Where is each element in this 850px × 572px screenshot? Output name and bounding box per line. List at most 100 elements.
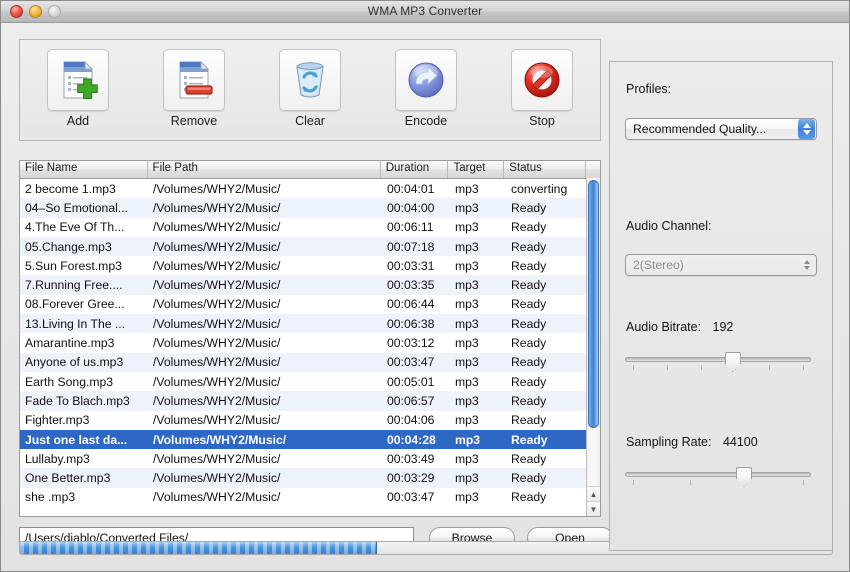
- cell-name: she .mp3: [20, 490, 148, 504]
- add-button[interactable]: Add: [34, 49, 122, 128]
- cell-duration: 00:04:00: [382, 201, 450, 215]
- cell-status: Ready: [506, 452, 588, 466]
- cell-target: mp3: [450, 452, 506, 466]
- table-row[interactable]: 4.The Eve Of Th.../Volumes/WHY2/Music/00…: [20, 218, 600, 237]
- cell-target: mp3: [450, 375, 506, 389]
- remove-button-label: Remove: [150, 114, 238, 128]
- cell-target: mp3: [450, 336, 506, 350]
- title-bar: WMA MP3 Converter: [1, 1, 849, 23]
- cell-status: Ready: [506, 201, 588, 215]
- audio-channel-select-value: 2(Stereo): [626, 258, 798, 272]
- cell-name: Fade To Blach.mp3: [20, 394, 148, 408]
- cell-status: Ready: [506, 336, 588, 350]
- table-row[interactable]: 05.Change.mp3/Volumes/WHY2/Music/00:07:1…: [20, 237, 600, 256]
- stop-button[interactable]: Stop: [498, 49, 586, 128]
- cell-duration: 00:03:31: [382, 259, 450, 273]
- table-row[interactable]: One Better.mp3/Volumes/WHY2/Music/00:03:…: [20, 468, 600, 487]
- toolbar: Add: [19, 39, 601, 141]
- table-row[interactable]: Fade To Blach.mp3/Volumes/WHY2/Music/00:…: [20, 391, 600, 410]
- table-row[interactable]: 04–So Emotional.../Volumes/WHY2/Music/00…: [20, 198, 600, 217]
- slider-tick: [667, 365, 668, 370]
- table-row[interactable]: she .mp3/Volumes/WHY2/Music/00:03:47mp3R…: [20, 488, 600, 507]
- add-button-label: Add: [34, 114, 122, 128]
- audio-bitrate-track[interactable]: [625, 357, 811, 362]
- cell-target: mp3: [450, 471, 506, 485]
- profiles-select[interactable]: Recommended Quality...: [625, 118, 817, 140]
- sampling-rate-label: Sampling Rate: 44100: [626, 435, 758, 449]
- slider-tick: [633, 480, 634, 485]
- file-list-table[interactable]: File Name File Path Duration Target Stat…: [19, 160, 601, 517]
- cell-path: /Volumes/WHY2/Music/: [148, 471, 382, 485]
- cell-name: 13.Living In The ...: [20, 317, 148, 331]
- column-header-target[interactable]: Target: [448, 161, 504, 178]
- audio-channel-select[interactable]: 2(Stereo): [625, 254, 817, 276]
- table-row[interactable]: 13.Living In The .../Volumes/WHY2/Music/…: [20, 314, 600, 333]
- cell-path: /Volumes/WHY2/Music/: [148, 297, 382, 311]
- cell-path: /Volumes/WHY2/Music/: [148, 259, 382, 273]
- cell-name: Just one last da...: [20, 433, 148, 447]
- cell-status: Ready: [506, 394, 588, 408]
- slider-tick: [633, 365, 634, 370]
- trash-recycle-icon: [288, 58, 332, 102]
- cell-name: Anyone of us.mp3: [20, 355, 148, 369]
- scroll-up-icon[interactable]: ▲: [587, 486, 600, 501]
- sampling-rate-label-text: Sampling Rate:: [626, 435, 711, 449]
- cell-name: 2 become 1.mp3: [20, 182, 148, 196]
- audio-bitrate-slider[interactable]: [625, 351, 811, 373]
- cell-path: /Volumes/WHY2/Music/: [148, 355, 382, 369]
- cell-status: Ready: [506, 471, 588, 485]
- cell-target: mp3: [450, 220, 506, 234]
- table-row[interactable]: Earth Song.mp3/Volumes/WHY2/Music/00:05:…: [20, 372, 600, 391]
- table-row[interactable]: 5.Sun Forest.mp3/Volumes/WHY2/Music/00:0…: [20, 256, 600, 275]
- cell-target: mp3: [450, 297, 506, 311]
- cell-duration: 00:03:12: [382, 336, 450, 350]
- table-row[interactable]: Just one last da.../Volumes/WHY2/Music/0…: [20, 430, 600, 449]
- encode-button-label: Encode: [382, 114, 470, 128]
- cell-path: /Volumes/WHY2/Music/: [148, 413, 382, 427]
- progress-fill: [20, 542, 377, 554]
- cell-target: mp3: [450, 278, 506, 292]
- cell-target: mp3: [450, 355, 506, 369]
- cell-path: /Volumes/WHY2/Music/: [148, 201, 382, 215]
- cell-status: Ready: [506, 375, 588, 389]
- table-row[interactable]: 2 become 1.mp3/Volumes/WHY2/Music/00:04:…: [20, 179, 600, 198]
- cell-target: mp3: [450, 201, 506, 215]
- cell-status: Ready: [506, 433, 588, 447]
- table-row[interactable]: Fighter.mp3/Volumes/WHY2/Music/00:04:06m…: [20, 411, 600, 430]
- vertical-scrollbar[interactable]: ▲ ▼: [586, 178, 600, 516]
- cell-status: Ready: [506, 355, 588, 369]
- cell-path: /Volumes/WHY2/Music/: [148, 394, 382, 408]
- sampling-rate-slider[interactable]: [625, 466, 811, 488]
- cell-path: /Volumes/WHY2/Music/: [148, 433, 382, 447]
- cell-target: mp3: [450, 259, 506, 273]
- audio-bitrate-label-text: Audio Bitrate:: [626, 320, 701, 334]
- table-row[interactable]: Lullaby.mp3/Volumes/WHY2/Music/00:03:49m…: [20, 449, 600, 468]
- encode-arrow-icon: [404, 58, 448, 102]
- cell-target: mp3: [450, 317, 506, 331]
- audio-bitrate-value: 192: [713, 320, 734, 334]
- column-header-duration[interactable]: Duration: [381, 161, 449, 178]
- scrollbar-arrows[interactable]: ▲ ▼: [587, 486, 600, 516]
- encode-button[interactable]: Encode: [382, 49, 470, 128]
- scroll-down-icon[interactable]: ▼: [587, 501, 600, 516]
- cell-name: Lullaby.mp3: [20, 452, 148, 466]
- column-header-file-name[interactable]: File Name: [20, 161, 148, 178]
- cell-name: Fighter.mp3: [20, 413, 148, 427]
- cell-path: /Volumes/WHY2/Music/: [148, 336, 382, 350]
- stop-prohibit-icon: [520, 58, 564, 102]
- table-row[interactable]: 7.Running Free..../Volumes/WHY2/Music/00…: [20, 275, 600, 294]
- table-row[interactable]: Anyone of us.mp3/Volumes/WHY2/Music/00:0…: [20, 353, 600, 372]
- table-row[interactable]: 08.Forever Gree.../Volumes/WHY2/Music/00…: [20, 295, 600, 314]
- cell-status: Ready: [506, 490, 588, 504]
- scrollbar-thumb[interactable]: [588, 180, 599, 428]
- sampling-rate-track[interactable]: [625, 472, 811, 477]
- chevron-updown-icon: [798, 119, 815, 139]
- clear-button[interactable]: Clear: [266, 49, 354, 128]
- cell-duration: 00:06:11: [382, 220, 450, 234]
- column-header-status[interactable]: Status: [504, 161, 586, 178]
- app-window: WMA MP3 Converter: [0, 0, 850, 572]
- remove-button[interactable]: Remove: [150, 49, 238, 128]
- column-header-file-path[interactable]: File Path: [148, 161, 381, 178]
- sampling-rate-value: 44100: [723, 435, 758, 449]
- table-row[interactable]: Amarantine.mp3/Volumes/WHY2/Music/00:03:…: [20, 333, 600, 352]
